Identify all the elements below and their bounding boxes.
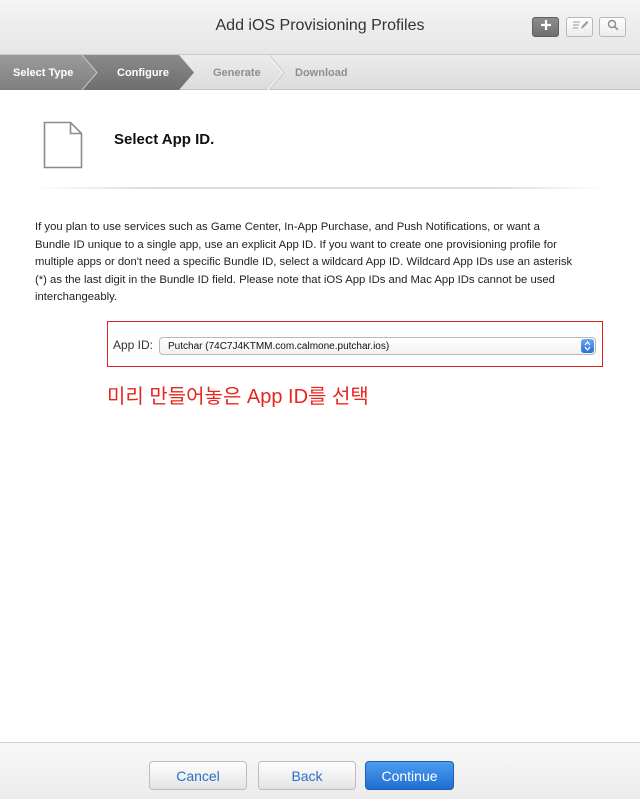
continue-button[interactable]: Continue xyxy=(365,761,454,790)
annotation-text: 미리 만들어놓은 App ID를 선택 xyxy=(107,386,369,408)
step-configure: Configure xyxy=(117,66,169,79)
toolbar-header: Add iOS Provisioning Profiles xyxy=(0,0,640,55)
updown-arrows-icon xyxy=(581,339,594,353)
section-heading: Select App ID. xyxy=(114,131,215,148)
document-icon xyxy=(43,121,83,174)
cancel-button[interactable]: Cancel xyxy=(149,761,247,790)
step-generate: Generate xyxy=(213,66,261,79)
divider xyxy=(36,187,606,189)
add-button[interactable] xyxy=(532,17,559,37)
edit-icon xyxy=(572,18,588,36)
description-text: If you plan to use services such as Game… xyxy=(35,221,573,303)
step-download: Download xyxy=(295,66,348,79)
step-indicator: Select Type Configure Generate Download xyxy=(0,55,640,90)
app-id-select[interactable]: Putchar (74C7J4KTMM.com.calmone.putchar.… xyxy=(159,337,596,355)
app-id-label: App ID: xyxy=(113,338,154,352)
edit-button[interactable] xyxy=(566,17,593,37)
back-button[interactable]: Back xyxy=(258,761,356,790)
step-select-type: Select Type xyxy=(13,66,74,79)
plus-icon xyxy=(540,18,552,36)
search-button[interactable] xyxy=(599,17,626,37)
search-icon xyxy=(607,18,619,36)
app-id-selected-value: Putchar (74C7J4KTMM.com.calmone.putchar.… xyxy=(168,340,390,352)
